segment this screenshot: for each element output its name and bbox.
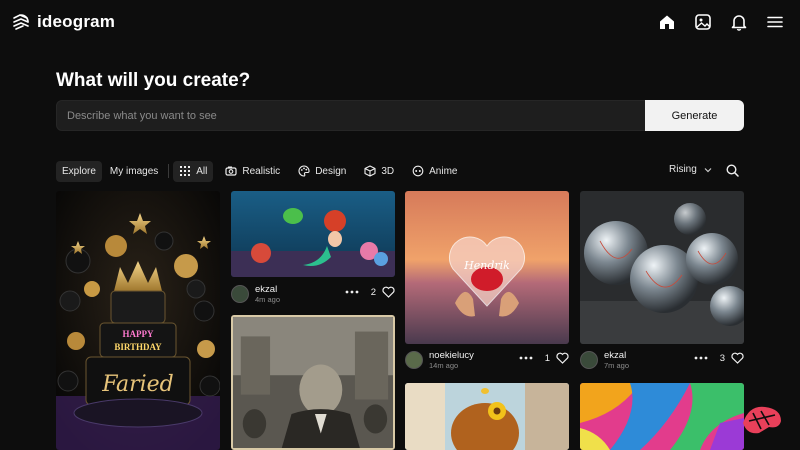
image-card-birthday-cake[interactable]: HAPPY BIRTHDAY Faried (56, 191, 220, 450)
image-card-paint-colors[interactable] (580, 383, 744, 450)
cube-icon (364, 165, 376, 177)
filter-divider (168, 164, 170, 178)
ideogram-mark-icon (13, 14, 29, 30)
tab-explore-label: Explore (62, 165, 96, 177)
filter-bar: Explore My images All Realistic Design 3… (56, 160, 463, 182)
heart-icon[interactable] (382, 286, 395, 298)
image-card-mermaid[interactable] (231, 191, 395, 277)
glass-heart-image: Hendrik (405, 191, 569, 344)
like-count: 2 (370, 286, 376, 298)
avatar[interactable] (580, 351, 598, 369)
username[interactable]: noekielucy (429, 350, 474, 361)
sort-dropdown[interactable]: Rising (669, 164, 712, 175)
search-icon[interactable] (726, 164, 739, 177)
prompt-bar: Generate (56, 100, 744, 131)
filter-anime[interactable]: Anime (406, 161, 463, 182)
floating-badge-icon[interactable] (739, 403, 785, 436)
avatar[interactable] (231, 285, 249, 303)
camera-icon (225, 166, 237, 176)
sort-label: Rising (669, 164, 697, 175)
palette-icon (298, 165, 310, 177)
post-time: 14m ago (429, 361, 459, 370)
more-options-icon[interactable] (345, 290, 359, 294)
post-time: 4m ago (255, 295, 281, 304)
prompt-input[interactable] (57, 101, 647, 130)
filter-design-label: Design (315, 165, 347, 177)
heart-icon[interactable] (731, 352, 744, 364)
image-card-old-man[interactable] (231, 315, 395, 450)
top-bar: ideogram (0, 0, 800, 46)
cake-text-birthday: BIRTHDAY (114, 342, 162, 352)
post-time: 7m ago (604, 361, 630, 370)
gallery-icon[interactable] (694, 13, 712, 31)
chevron-down-icon (704, 167, 712, 172)
paint-colors-image (580, 383, 744, 450)
username[interactable]: ekzal (255, 284, 280, 295)
more-options-icon[interactable] (519, 356, 533, 360)
page-title: What will you create? (56, 70, 251, 91)
glass-spheres-image (580, 191, 744, 344)
heart-icon[interactable] (556, 352, 569, 364)
birthday-cake-image: HAPPY BIRTHDAY Faried (56, 191, 220, 450)
bell-icon[interactable] (730, 13, 748, 31)
card-meta-mermaid: ekzal 4m ago 2 (231, 282, 395, 306)
cake-text-happy: HAPPY (123, 329, 154, 339)
avatar[interactable] (405, 351, 423, 369)
brand-name: ideogram (37, 12, 116, 31)
cake-name-text: Faried (101, 372, 174, 397)
filter-3d-label: 3D (381, 165, 395, 177)
filter-realistic-label: Realistic (242, 165, 281, 177)
filter-3d[interactable]: 3D (358, 161, 400, 182)
more-options-icon[interactable] (694, 356, 708, 360)
filter-design[interactable]: Design (292, 161, 352, 182)
grid-icon (180, 166, 191, 176)
tab-my-images-label: My images (109, 165, 159, 177)
old-man-photo-image (233, 317, 393, 448)
mermaid-image (231, 191, 395, 277)
filter-all-label: All (196, 165, 208, 177)
filter-realistic[interactable]: Realistic (219, 161, 286, 182)
heart-name-text: Hendrik (463, 259, 510, 272)
generate-button[interactable]: Generate (645, 100, 744, 131)
image-card-glass-spheres[interactable] (580, 191, 744, 344)
username[interactable]: ekzal (604, 350, 629, 361)
filter-anime-label: Anime (429, 165, 458, 177)
top-nav-icons (658, 13, 784, 31)
anime-girl-image (405, 383, 569, 450)
image-card-anime-girl[interactable] (405, 383, 569, 450)
image-card-heart[interactable]: Hendrik (405, 191, 569, 344)
card-meta-glass-spheres: ekzal 7m ago 3 (580, 348, 744, 372)
home-icon[interactable] (658, 13, 676, 31)
menu-icon[interactable] (766, 13, 784, 31)
card-meta-heart: noekielucy 14m ago 1 (405, 348, 569, 372)
like-count: 1 (544, 352, 550, 364)
tab-explore[interactable]: Explore (56, 160, 102, 182)
like-count: 3 (719, 352, 725, 364)
anime-face-icon (412, 165, 424, 177)
ideogram-logo[interactable]: ideogram (11, 12, 115, 32)
tab-my-images[interactable]: My images (104, 161, 164, 182)
filter-all[interactable]: All (173, 160, 214, 182)
